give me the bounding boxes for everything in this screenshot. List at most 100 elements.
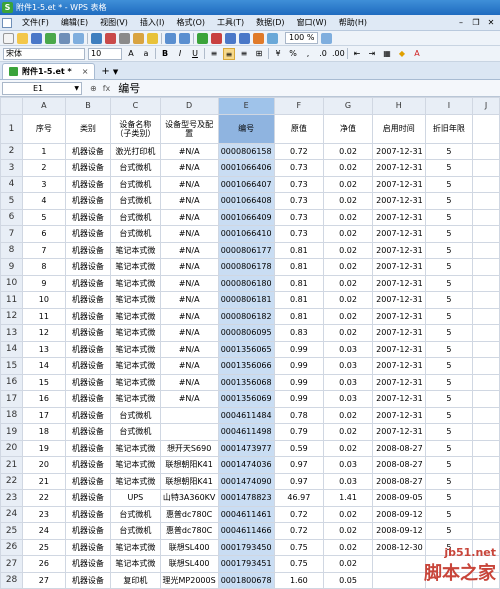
cell[interactable]: 机器设备	[64, 390, 112, 408]
row-header[interactable]: 25	[0, 522, 24, 540]
cell[interactable]: 5	[424, 241, 474, 259]
cell[interactable]: 1.41	[323, 489, 373, 507]
cell[interactable]: 机器设备	[64, 472, 112, 490]
cell-selected[interactable]: 0001356065	[217, 340, 275, 358]
cell[interactable]: 笔记本式微	[110, 324, 161, 342]
cell[interactable]: 机器设备	[64, 159, 112, 177]
cell[interactable]: 0.02	[323, 307, 373, 325]
cell[interactable]: 笔记本式微	[110, 538, 161, 556]
cell[interactable]: 0.72	[273, 505, 325, 523]
menu-tools[interactable]: 工具(T)	[211, 17, 250, 28]
column-header[interactable]: C	[110, 97, 161, 115]
tab-document[interactable]: 附件1-5.et * ×	[2, 63, 96, 79]
cell[interactable]: 5	[424, 208, 474, 226]
cell[interactable]: 台式微机	[110, 225, 161, 243]
cell[interactable]	[472, 192, 500, 210]
cell[interactable]	[371, 571, 426, 589]
chevron-down-icon[interactable]: ▼	[113, 68, 118, 76]
cell[interactable]: 2007-12-31	[371, 175, 426, 193]
undo-icon[interactable]	[165, 32, 176, 44]
cell-selected[interactable]: 0001473977	[217, 439, 275, 457]
chart-icon[interactable]	[253, 32, 264, 44]
cell[interactable]: 2007-12-31	[371, 307, 426, 325]
row-header[interactable]: 9	[0, 258, 24, 276]
cell[interactable]: 机器设备	[64, 225, 112, 243]
cell[interactable]: #N/A	[159, 307, 219, 325]
wps-app-icon[interactable]: S	[2, 2, 13, 13]
cell[interactable]: 笔记本式微	[110, 291, 161, 309]
cell[interactable]: 0.99	[273, 390, 325, 408]
cell[interactable]	[472, 291, 500, 309]
cell[interactable]	[472, 406, 500, 424]
cell[interactable]: 0.03	[323, 340, 373, 358]
cell[interactable]: 0.73	[273, 225, 325, 243]
cell[interactable]: 0.03	[323, 357, 373, 375]
cell[interactable]: 2007-12-31	[371, 340, 426, 358]
cell[interactable]: #N/A	[159, 373, 219, 391]
cell[interactable]: 机器设备	[64, 373, 112, 391]
header-cell[interactable]	[472, 113, 500, 144]
format-painter-icon[interactable]	[147, 32, 158, 44]
cell[interactable]: 台式微机	[110, 423, 161, 441]
cell[interactable]: 0.02	[323, 538, 373, 556]
cell[interactable]: 5	[424, 307, 474, 325]
cell[interactable]: 0.02	[323, 192, 373, 210]
cell[interactable]	[472, 307, 500, 325]
cell[interactable]: 6	[22, 225, 66, 243]
cell[interactable]: 5	[22, 208, 66, 226]
cell[interactable]: #N/A	[159, 258, 219, 276]
cell[interactable]: 0.73	[273, 208, 325, 226]
cell-selected[interactable]: 0000806095	[217, 324, 275, 342]
cell[interactable]	[472, 472, 500, 490]
cell[interactable]: 2007-12-31	[371, 373, 426, 391]
cell-selected[interactable]: 0000806182	[217, 307, 275, 325]
cell[interactable]: 联想SL400	[159, 538, 219, 556]
borders-icon[interactable]: ▦	[381, 48, 393, 60]
sort-ascending-icon[interactable]	[225, 32, 236, 44]
cell[interactable]: 10	[22, 291, 66, 309]
help-icon[interactable]	[321, 32, 333, 44]
tab-close-icon[interactable]: ×	[82, 67, 89, 76]
cell[interactable]: 8	[22, 258, 66, 276]
cell[interactable]: 5	[424, 423, 474, 441]
menu-help[interactable]: 帮助(H)	[333, 17, 373, 28]
cell[interactable]: 0.81	[273, 241, 325, 259]
cell[interactable]	[472, 423, 500, 441]
cell[interactable]: 0.72	[273, 142, 325, 160]
menu-format[interactable]: 格式(O)	[170, 17, 211, 28]
cell[interactable]: 0.73	[273, 175, 325, 193]
row-header[interactable]: 12	[0, 307, 24, 325]
cell[interactable]: 笔记本式微	[110, 373, 161, 391]
cell[interactable]: 21	[22, 472, 66, 490]
row-header[interactable]: 8	[0, 241, 24, 259]
cell[interactable]: 2007-12-31	[371, 142, 426, 160]
column-header[interactable]: H	[371, 97, 426, 115]
row-header[interactable]: 28	[0, 571, 24, 589]
sum-icon[interactable]	[211, 32, 222, 44]
header-cell-selected[interactable]: 编号	[217, 113, 275, 144]
cell[interactable]: 机器设备	[64, 357, 112, 375]
bold-button[interactable]: B	[159, 48, 171, 60]
cell[interactable]: 笔记本式微	[110, 439, 161, 457]
cell[interactable]: 5	[424, 324, 474, 342]
cell[interactable]: 笔记本式微	[110, 456, 161, 474]
cell[interactable]	[472, 241, 500, 259]
cell[interactable]: 惠普dc780C	[159, 505, 219, 523]
cell[interactable]: 机器设备	[64, 274, 112, 292]
cell-selected[interactable]: 0004611466	[217, 522, 275, 540]
spellcheck-icon[interactable]	[91, 32, 102, 44]
cell[interactable]: 5	[424, 439, 474, 457]
cell[interactable]: 5	[424, 373, 474, 391]
cell[interactable]: 机器设备	[64, 192, 112, 210]
column-header[interactable]: D	[159, 97, 219, 115]
menu-view[interactable]: 视图(V)	[94, 17, 134, 28]
cell[interactable]: 0.81	[273, 274, 325, 292]
cell[interactable]: 25	[22, 538, 66, 556]
cell[interactable]: 机器设备	[64, 258, 112, 276]
cell[interactable]: 19	[22, 439, 66, 457]
cell[interactable]: 14	[22, 357, 66, 375]
cell[interactable]: 9	[22, 274, 66, 292]
row-header[interactable]: 1	[0, 113, 24, 144]
cell[interactable]: 5	[424, 225, 474, 243]
print-icon[interactable]	[59, 32, 70, 44]
